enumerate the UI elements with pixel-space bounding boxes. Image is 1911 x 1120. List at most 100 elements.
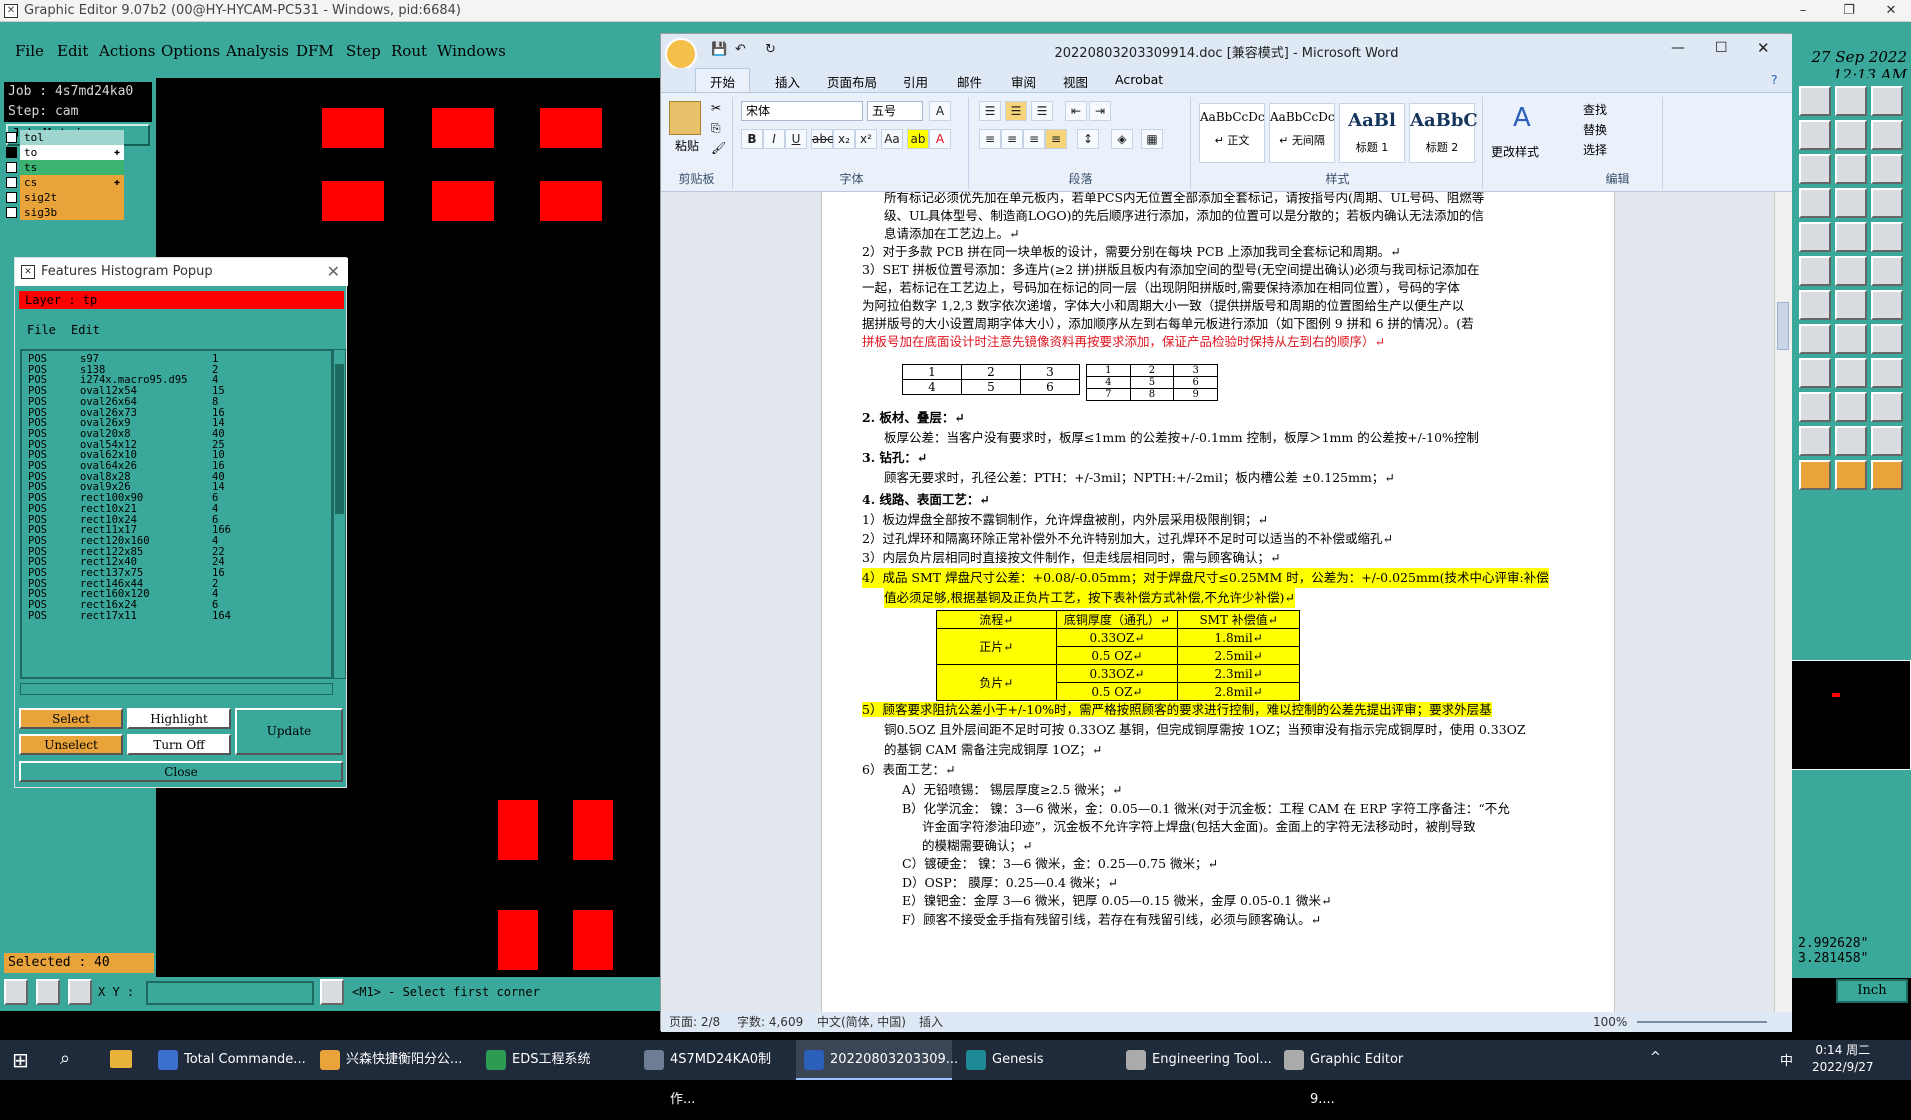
right-tool-icon[interactable]: [1871, 460, 1903, 490]
menu-rout[interactable]: Rout: [391, 42, 427, 60]
zoom-tool-icon[interactable]: [4, 979, 28, 1005]
right-tool-icon[interactable]: [1799, 392, 1831, 422]
tab-references[interactable]: 引用: [903, 72, 928, 91]
find-button[interactable]: 查找: [1583, 101, 1607, 118]
taskbar-item[interactable]: 兴森快捷衡阳分公...: [312, 1040, 468, 1080]
taskbar-clock[interactable]: 0:14 周二 2022/9/27: [1812, 1042, 1874, 1076]
zoom-slider[interactable]: [1637, 1021, 1767, 1023]
unselect-button[interactable]: Unselect: [19, 734, 123, 755]
taskbar-item[interactable]: 20220803203309...: [796, 1040, 958, 1080]
right-tool-icon[interactable]: [1835, 222, 1867, 252]
font-name-select[interactable]: 宋体: [741, 101, 863, 121]
font-color-icon[interactable]: A: [929, 129, 951, 149]
right-tool-icon[interactable]: [1871, 426, 1903, 456]
layer-name[interactable]: ts: [20, 160, 124, 175]
file-explorer-icon[interactable]: [110, 1050, 132, 1068]
right-tool-icon[interactable]: [1871, 324, 1903, 354]
taskbar-item[interactable]: Total Commande...: [150, 1040, 306, 1080]
right-tool-icon[interactable]: [1871, 290, 1903, 320]
right-tool-icon[interactable]: [1799, 358, 1831, 388]
grow-font-icon[interactable]: A: [929, 101, 951, 121]
underline-icon[interactable]: U: [785, 129, 807, 149]
right-tool-icon[interactable]: [1835, 256, 1867, 286]
right-tool-icon[interactable]: [1871, 222, 1903, 252]
taskbar-item[interactable]: EDS工程系统: [478, 1040, 634, 1080]
right-tool-icon[interactable]: [1835, 426, 1867, 456]
right-tool-icon[interactable]: [1835, 358, 1867, 388]
right-tool-icon[interactable]: [1871, 120, 1903, 150]
grid-tool-icon[interactable]: [68, 979, 92, 1005]
right-tool-icon[interactable]: [1835, 392, 1867, 422]
justify-icon[interactable]: ≡: [1045, 129, 1067, 149]
tab-layout[interactable]: 页面布局: [827, 72, 877, 91]
highlight-color-icon[interactable]: ab: [907, 129, 929, 149]
minimize-button[interactable]: –: [1780, 0, 1826, 22]
style-1[interactable]: AaBbCcDc ↵ 正文: [1199, 103, 1265, 163]
right-tool-icon[interactable]: [1799, 460, 1831, 490]
scroll-thumb[interactable]: [335, 364, 344, 514]
paste-icon[interactable]: [669, 101, 701, 135]
update-button[interactable]: Update: [235, 708, 343, 755]
right-tool-icon[interactable]: [1871, 358, 1903, 388]
restore-button[interactable]: ❐: [1826, 0, 1872, 22]
layer-checkbox[interactable]: [6, 177, 17, 188]
info-icon[interactable]: [320, 979, 344, 1005]
copy-icon[interactable]: ⎘: [711, 121, 721, 136]
menu-analysis[interactable]: Analysis: [226, 42, 289, 60]
feature-count[interactable]: 164: [212, 610, 231, 623]
layer-row[interactable]: to ✚: [6, 145, 124, 160]
word-minimize-button[interactable]: —: [1671, 40, 1685, 56]
bold-icon[interactable]: B: [741, 129, 763, 149]
menu-step[interactable]: Step: [346, 42, 381, 60]
right-tool-icon[interactable]: [1835, 290, 1867, 320]
xy-input[interactable]: [146, 981, 314, 1005]
right-tool-icon[interactable]: [1871, 256, 1903, 286]
word-vscrollbar[interactable]: [1774, 192, 1792, 1012]
feature-list-scrollbar[interactable]: [333, 349, 346, 679]
right-tool-icon[interactable]: [1871, 154, 1903, 184]
tab-insert[interactable]: 插入: [775, 72, 800, 91]
menu-edit[interactable]: Edit: [57, 42, 88, 60]
taskbar-item[interactable]: 4S7MD24KA0制作...: [636, 1040, 792, 1107]
change-case-icon[interactable]: Aa: [881, 129, 903, 149]
italic-icon[interactable]: I: [763, 129, 785, 149]
close-button-popup[interactable]: Close: [19, 761, 343, 782]
superscript-icon[interactable]: x²: [855, 129, 877, 149]
right-tool-icon[interactable]: [1871, 188, 1903, 218]
align-right-icon[interactable]: ≡: [1023, 129, 1045, 149]
right-tool-icon[interactable]: [1835, 460, 1867, 490]
layer-checkbox[interactable]: [6, 132, 17, 143]
right-tool-icon[interactable]: [1835, 120, 1867, 150]
layer-row[interactable]: cs ✚: [6, 175, 124, 190]
borders-icon[interactable]: ▦: [1141, 129, 1163, 149]
replace-button[interactable]: 替换: [1583, 121, 1607, 138]
feature-list-hscrollbar[interactable]: [20, 683, 333, 695]
menu-dfm[interactable]: DFM: [296, 42, 334, 60]
right-tool-icon[interactable]: [1799, 188, 1831, 218]
feature-symbol[interactable]: rect17x11: [80, 610, 137, 623]
right-tool-icon[interactable]: [1835, 188, 1867, 218]
layer-row[interactable]: tol: [6, 130, 124, 145]
style-4[interactable]: AaBbC 标题 2: [1409, 103, 1478, 163]
right-tool-icon[interactable]: [1799, 222, 1831, 252]
layer-checkbox[interactable]: [6, 162, 17, 173]
align-left-icon[interactable]: ≡: [979, 129, 1001, 149]
align-center-icon[interactable]: ≡: [1001, 129, 1023, 149]
right-tool-icon[interactable]: [1835, 86, 1867, 116]
word-close-button[interactable]: ✕: [1757, 39, 1770, 57]
layer-name[interactable]: tol: [20, 130, 124, 145]
popup-menu-edit[interactable]: Edit: [71, 317, 100, 343]
select-button-word[interactable]: 选择: [1583, 141, 1607, 158]
close-button[interactable]: ✕: [1868, 0, 1911, 22]
cut-icon[interactable]: ✂: [711, 101, 721, 115]
shading-icon[interactable]: ◈: [1111, 129, 1133, 149]
unit-selector[interactable]: Inch: [1836, 979, 1908, 1003]
tab-acrobat[interactable]: Acrobat: [1115, 72, 1163, 87]
layer-name[interactable]: cs ✚: [20, 175, 124, 190]
paste-label[interactable]: 粘贴: [675, 137, 699, 154]
start-icon[interactable]: ⊞: [12, 1048, 29, 1072]
layer-row[interactable]: sig3b: [6, 205, 124, 220]
numbering-icon[interactable]: ☰: [1005, 101, 1027, 121]
popup-close-icon[interactable]: ✕: [327, 258, 340, 286]
line-spacing-icon[interactable]: ↕: [1077, 129, 1099, 149]
